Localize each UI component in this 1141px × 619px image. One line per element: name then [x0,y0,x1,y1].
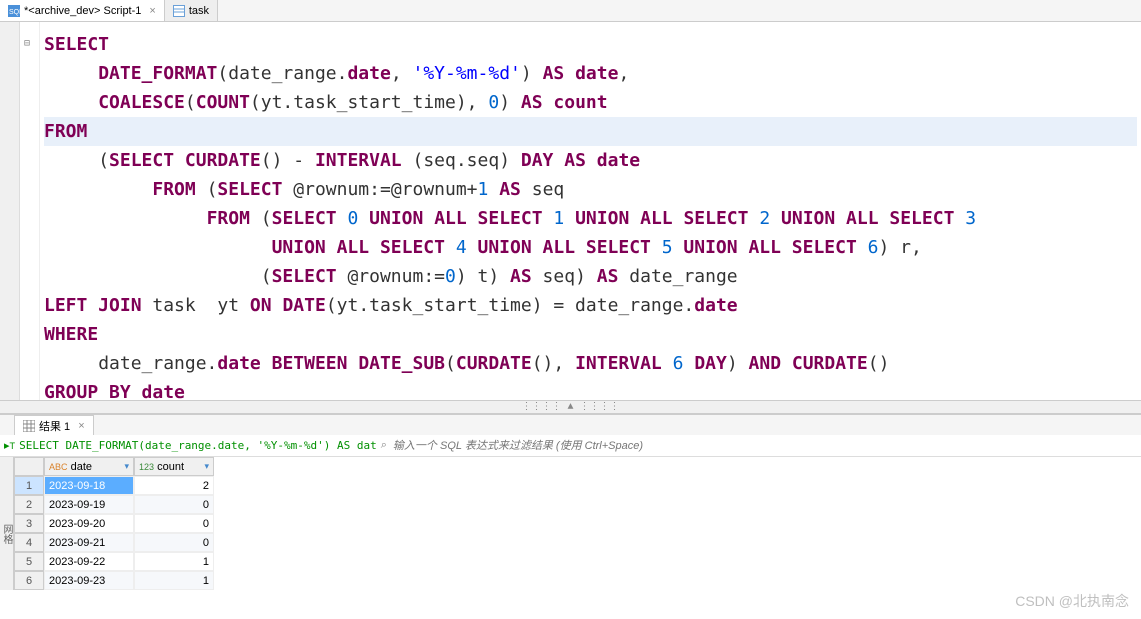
sql-icon: SQL [8,5,20,17]
editor-left-sidebar [0,22,20,400]
execute-icon[interactable]: ▸T [4,439,15,452]
panel-splitter[interactable]: ⋮⋮⋮⋮ ▲ ⋮⋮⋮⋮ [0,400,1141,414]
tab-script-1[interactable]: SQL *<archive_dev> Script-1 × [0,0,165,21]
query-bar: ▸T SELECT DATE_FORMAT(date_range.date, '… [0,435,1141,457]
row-number[interactable]: 6 [14,571,44,590]
results-tab-bar: 结果 1 × [0,415,1141,435]
fold-marker[interactable]: ⊟ [20,30,39,59]
code-line[interactable]: GROUP BY date [44,378,1137,400]
sql-editor[interactable]: SELECT DATE_FORMAT(date_range.date, '%Y-… [40,22,1141,400]
tab-label: task [189,5,209,17]
watermark: CSDN @北执南念 [1015,591,1129,611]
editor-tab-bar: SQL *<archive_dev> Script-1 × task [0,0,1141,22]
row-number[interactable]: 2 [14,495,44,514]
column-header-date[interactable]: ABC date ▾ [44,457,134,476]
close-icon[interactable]: × [149,5,155,17]
row-number[interactable]: 3 [14,514,44,533]
grid-header-row: ABC date ▾ 123 count ▾ [14,457,214,476]
code-line[interactable]: (SELECT CURDATE() - INTERVAL (seq.seq) D… [44,146,1137,175]
table-row[interactable]: 12023-09-182 [14,476,214,495]
results-grid[interactable]: ABC date ▾ 123 count ▾ 12023-09-18222023… [14,457,214,590]
column-header-count[interactable]: 123 count ▾ [134,457,214,476]
corner-cell[interactable] [14,457,44,476]
grid-icon [23,420,35,432]
code-line[interactable]: DATE_FORMAT(date_range.date, '%Y-%m-%d')… [44,59,1137,88]
cell-count[interactable]: 0 [134,495,214,514]
grid-container: 网格 ABC date ▾ 123 count ▾ 12023-09-18222… [0,457,1141,590]
cell-date[interactable]: 2023-09-18 [44,476,134,495]
tab-label: *<archive_dev> Script-1 [24,5,141,17]
code-line[interactable]: LEFT JOIN task yt ON DATE(yt.task_start_… [44,291,1137,320]
grid-sidebar[interactable]: 网格 [0,457,14,590]
dropdown-icon[interactable]: ▾ [204,461,209,472]
results-panel: 结果 1 × ▸T SELECT DATE_FORMAT(date_range.… [0,414,1141,590]
code-line[interactable]: UNION ALL SELECT 4 UNION ALL SELECT 5 UN… [44,233,1137,262]
code-line[interactable]: FROM [44,117,1137,146]
code-line[interactable]: SELECT [44,30,1137,59]
editor-container: ⊟ SELECT DATE_FORMAT(date_range.date, '%… [0,22,1141,400]
cell-count[interactable]: 0 [134,533,214,552]
table-row[interactable]: 42023-09-210 [14,533,214,552]
cell-count[interactable]: 2 [134,476,214,495]
cell-date[interactable]: 2023-09-19 [44,495,134,514]
tab-task[interactable]: task [165,0,218,21]
svg-text:SQL: SQL [9,9,20,16]
dropdown-icon[interactable]: ▾ [124,461,129,472]
table-row[interactable]: 32023-09-200 [14,514,214,533]
cell-date[interactable]: 2023-09-21 [44,533,134,552]
splitter-handle: ⋮⋮⋮⋮ ▲ ⋮⋮⋮⋮ [521,401,619,413]
code-line[interactable]: date_range.date BETWEEN DATE_SUB(CURDATE… [44,349,1137,378]
cell-date[interactable]: 2023-09-20 [44,514,134,533]
fold-gutter: ⊟ [20,22,40,400]
code-line[interactable]: FROM (SELECT @rownum:=@rownum+1 AS seq [44,175,1137,204]
table-row[interactable]: 62023-09-231 [14,571,214,590]
code-line[interactable]: FROM (SELECT 0 UNION ALL SELECT 1 UNION … [44,204,1137,233]
cell-count[interactable]: 0 [134,514,214,533]
search-icon[interactable]: ⌕ [381,439,387,452]
results-tab-label: 结果 1 [39,418,70,434]
row-number[interactable]: 5 [14,552,44,571]
table-icon [173,5,185,17]
filter-input[interactable] [391,438,1137,454]
code-line[interactable]: COALESCE(COUNT(yt.task_start_time), 0) A… [44,88,1137,117]
code-line[interactable]: WHERE [44,320,1137,349]
table-row[interactable]: 52023-09-221 [14,552,214,571]
cell-count[interactable]: 1 [134,571,214,590]
query-snippet: SELECT DATE_FORMAT(date_range.date, '%Y-… [19,439,377,452]
cell-date[interactable]: 2023-09-23 [44,571,134,590]
close-icon[interactable]: × [78,420,84,432]
code-line[interactable]: (SELECT @rownum:=0) t) AS seq) AS date_r… [44,262,1137,291]
cell-date[interactable]: 2023-09-22 [44,552,134,571]
row-number[interactable]: 4 [14,533,44,552]
cell-count[interactable]: 1 [134,552,214,571]
results-tab-1[interactable]: 结果 1 × [14,415,94,435]
table-row[interactable]: 22023-09-190 [14,495,214,514]
row-number[interactable]: 1 [14,476,44,495]
